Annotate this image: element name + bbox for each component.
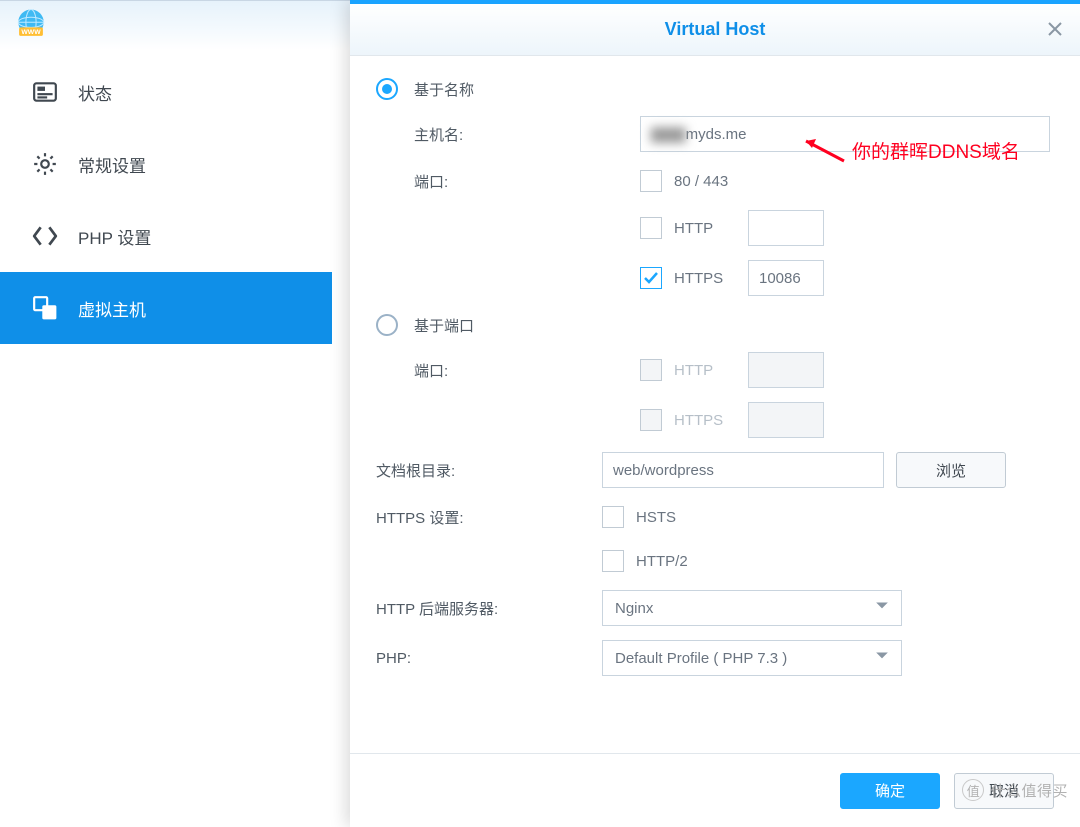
sidebar-item-status[interactable]: 状态 [0, 56, 332, 128]
sidebar-item-vhost[interactable]: 虚拟主机 [0, 272, 332, 344]
php-icon [30, 223, 60, 249]
modal-header: Virtual Host [350, 4, 1080, 56]
vhost-icon [30, 295, 60, 321]
checkbox-https[interactable] [640, 267, 662, 289]
https-port-input[interactable] [748, 260, 824, 296]
backend-select[interactable]: Nginx [602, 590, 902, 626]
browse-button[interactable]: 浏览 [896, 452, 1006, 488]
checkbox-http[interactable] [640, 217, 662, 239]
sidebar-item-php[interactable]: PHP 设置 [0, 200, 332, 272]
https-settings-label: HTTPS 设置: [376, 507, 602, 528]
chevron-down-icon [875, 649, 889, 667]
chevron-down-icon [875, 599, 889, 617]
sidebar-item-label: PHP 设置 [78, 224, 151, 249]
portmode-https-text: HTTPS [674, 412, 736, 429]
https-text: HTTPS [674, 270, 736, 287]
radio-port-based-label: 基于端口 [414, 315, 474, 336]
gear-icon [30, 151, 60, 177]
sidebar-item-label: 虚拟主机 [78, 296, 146, 321]
modal-title: Virtual Host [665, 19, 766, 40]
www-globe-icon: WWW [14, 7, 48, 44]
hostname-input[interactable]: ▇▇▇ myds.me [640, 116, 1050, 152]
checkbox-portmode-http [640, 359, 662, 381]
sidebar: 状态 常规设置 PHP 设置 虚拟主机 [0, 50, 332, 827]
http-port-input[interactable] [748, 210, 824, 246]
portmode-https-port [748, 402, 824, 438]
cancel-button[interactable]: 取消 [954, 773, 1054, 809]
radio-name-based-label: 基于名称 [414, 79, 474, 100]
checkbox-80-443[interactable] [640, 170, 662, 192]
close-icon[interactable] [1044, 18, 1066, 40]
status-icon [30, 79, 60, 105]
php-select[interactable]: Default Profile ( PHP 7.3 ) [602, 640, 902, 676]
radio-port-based[interactable] [376, 314, 398, 336]
port-label: 端口: [376, 171, 640, 192]
portmode-http-text: HTTP [674, 362, 736, 379]
portmode-http-port [748, 352, 824, 388]
backend-label: HTTP 后端服务器: [376, 598, 602, 619]
sidebar-item-general[interactable]: 常规设置 [0, 128, 332, 200]
hsts-text: HSTS [636, 509, 676, 526]
checkbox-portmode-https [640, 409, 662, 431]
ok-button[interactable]: 确定 [840, 773, 940, 809]
checkbox-http2[interactable] [602, 550, 624, 572]
docroot-input[interactable] [602, 452, 884, 488]
http-text: HTTP [674, 220, 736, 237]
checkbox-hsts[interactable] [602, 506, 624, 528]
radio-name-based[interactable] [376, 78, 398, 100]
virtual-host-modal: Virtual Host 基于名称 主机名: ▇▇▇ myds.me [350, 0, 1080, 827]
http2-text: HTTP/2 [636, 553, 688, 570]
port-mode-port-label: 端口: [376, 360, 640, 381]
docroot-label: 文档根目录: [376, 460, 602, 481]
sidebar-item-label: 状态 [78, 80, 112, 105]
hostname-label: 主机名: [376, 124, 640, 145]
php-profile-label: PHP: [376, 650, 602, 667]
sidebar-item-label: 常规设置 [78, 152, 146, 177]
port-80-443-text: 80 / 443 [674, 173, 728, 190]
svg-text:WWW: WWW [21, 29, 41, 36]
